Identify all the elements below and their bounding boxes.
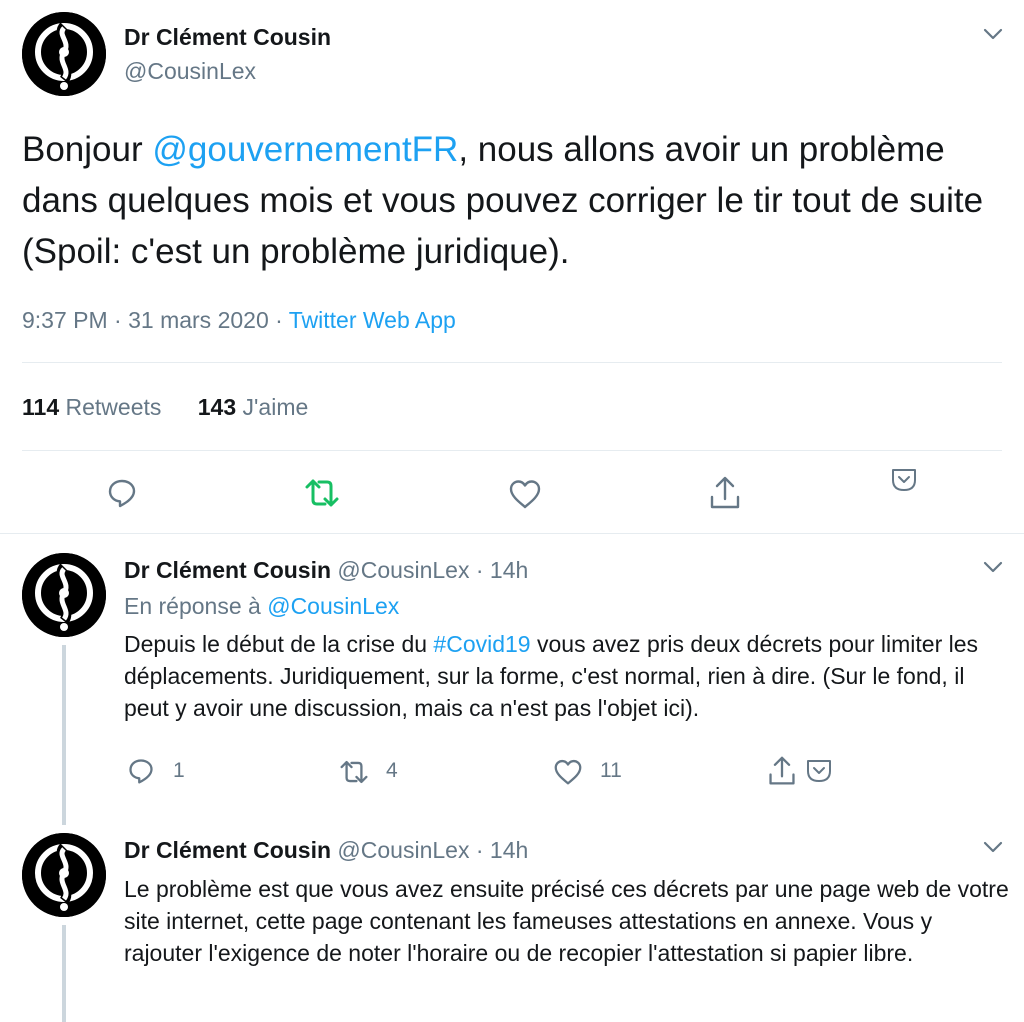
share-button[interactable] (767, 755, 797, 787)
tweet-text-start: Bonjour (22, 130, 153, 169)
divider (22, 450, 1002, 451)
likes-label: J'aime (242, 394, 309, 420)
save-icon (807, 760, 831, 782)
retweet-button[interactable] (303, 476, 341, 510)
retweets-count: 114 (22, 394, 60, 420)
reply-header: Dr Clément Cousin @CousinLex · 14h (124, 557, 528, 584)
reply-icon (129, 759, 153, 784)
tweet-text: Le problème est que vous avez ensuite pr… (124, 876, 1009, 966)
save-button[interactable] (804, 757, 834, 785)
tweet-source[interactable]: Twitter Web App (289, 307, 456, 333)
retweet-button[interactable] (337, 758, 371, 786)
more-options[interactable] (980, 837, 1006, 857)
avatar-logo (22, 553, 106, 637)
like-button[interactable] (553, 758, 583, 786)
engagement-stats: 114 Retweets 143 J'aime (22, 394, 308, 421)
tweet-text-start: Depuis le début de la crise du (124, 631, 434, 657)
separator-dot: · (475, 557, 484, 583)
author-handle[interactable]: @CousinLex (124, 58, 256, 85)
section-divider (0, 533, 1024, 534)
share-button[interactable] (708, 475, 742, 511)
thread-line (62, 645, 66, 825)
thread-line (62, 925, 66, 1022)
share-icon (710, 476, 740, 509)
chevron-down-icon (983, 561, 1003, 573)
author-handle[interactable]: @CousinLex (337, 557, 469, 583)
avatar[interactable] (22, 833, 106, 917)
tweet-time[interactable]: 14h (490, 837, 528, 863)
reply-context: En réponse à @CousinLex (124, 593, 399, 620)
tweet-timestamp[interactable]: 9:37 PM · 31 mars 2020 · (22, 307, 289, 333)
like-count: 11 (600, 759, 622, 782)
author-handle[interactable]: @CousinLex (337, 837, 469, 863)
reply-icon (108, 479, 136, 508)
tweet-time[interactable]: 14h (490, 557, 528, 583)
heart-icon (554, 759, 582, 785)
avatar-logo (22, 12, 106, 96)
like-button[interactable] (508, 478, 542, 510)
more-options[interactable] (980, 557, 1006, 577)
retweet-icon (305, 479, 339, 507)
author-name[interactable]: Dr Clément Cousin (124, 837, 331, 863)
save-icon (892, 469, 916, 491)
reply-button[interactable] (106, 477, 138, 509)
reply-to-handle[interactable]: @CousinLex (267, 593, 399, 619)
reply-count: 1 (173, 759, 185, 782)
retweet-icon (340, 760, 368, 784)
avatar[interactable] (22, 553, 106, 637)
reply-to-label: En réponse à (124, 593, 268, 619)
tweet-meta: 9:37 PM · 31 mars 2020 · Twitter Web App (22, 307, 456, 334)
save-button[interactable] (889, 466, 919, 494)
likes-stat[interactable]: 143 J'aime (198, 394, 309, 420)
reply-button[interactable] (127, 757, 155, 785)
reply-header: Dr Clément Cousin @CousinLex · 14h (124, 837, 528, 864)
share-icon (769, 756, 795, 785)
author-name[interactable]: Dr Clément Cousin (124, 557, 331, 583)
avatar-logo (22, 833, 106, 917)
more-options[interactable] (980, 24, 1006, 44)
likes-count: 143 (197, 394, 237, 420)
heart-icon (509, 480, 541, 509)
retweet-count: 4 (386, 759, 398, 782)
retweets-stat[interactable]: 114 Retweets (22, 394, 168, 420)
chevron-down-icon (983, 28, 1003, 40)
separator-dot: · (475, 837, 484, 863)
tweet-text: Bonjour @gouvernementFR, nous allons avo… (22, 124, 997, 277)
chevron-down-icon (983, 841, 1003, 853)
avatar[interactable] (22, 12, 106, 96)
retweets-label: Retweets (65, 394, 162, 420)
tweet-text: Depuis le début de la crise du #Covid19 … (124, 628, 1004, 724)
mention-link[interactable]: @gouvernementFR (152, 130, 458, 169)
hashtag-link[interactable]: #Covid19 (433, 631, 530, 657)
divider (22, 362, 1002, 363)
author-name[interactable]: Dr Clément Cousin (124, 24, 331, 51)
